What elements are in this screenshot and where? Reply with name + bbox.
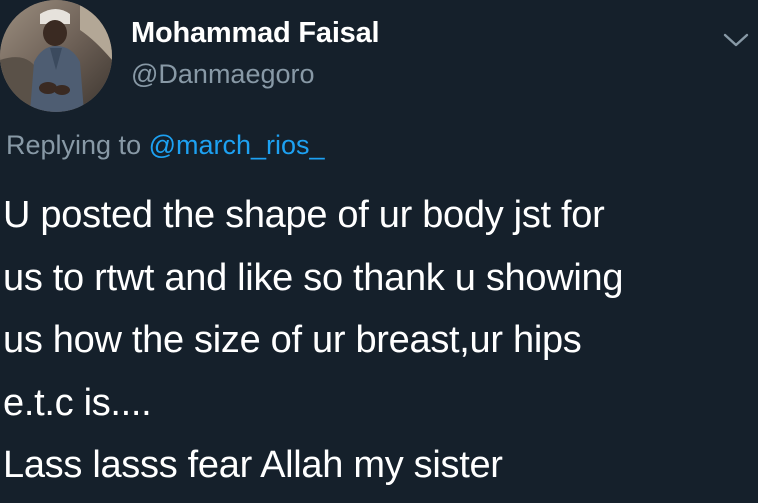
author-handle[interactable]: @Danmaegoro — [131, 59, 315, 90]
replying-to-line: Replying to @march_rios_ — [6, 130, 325, 161]
tweet-text-line: us how the size of ur breast,ur hips — [3, 319, 582, 361]
replying-to-label: Replying to — [6, 130, 142, 160]
tweet-text-line: U posted the shape of ur body jst for — [3, 194, 605, 236]
tweet-text-line: e.t.c is.... — [3, 381, 152, 424]
tweet-text: U posted the shape of ur body jst for us… — [3, 184, 753, 497]
tweet-text-line: Lass lasss fear Allah my sister — [3, 444, 503, 486]
chevron-down-icon[interactable] — [722, 30, 750, 50]
tweet-card: Mohammad Faisal @Danmaegoro Replying to … — [0, 0, 758, 503]
profile-photo-icon — [0, 0, 112, 112]
tweet-text-line: us to rtwt and like so thank u showing — [3, 256, 624, 299]
author-display-name[interactable]: Mohammad Faisal — [131, 17, 380, 50]
avatar[interactable] — [0, 0, 112, 112]
reply-mention-link[interactable]: @march_rios_ — [149, 130, 325, 160]
